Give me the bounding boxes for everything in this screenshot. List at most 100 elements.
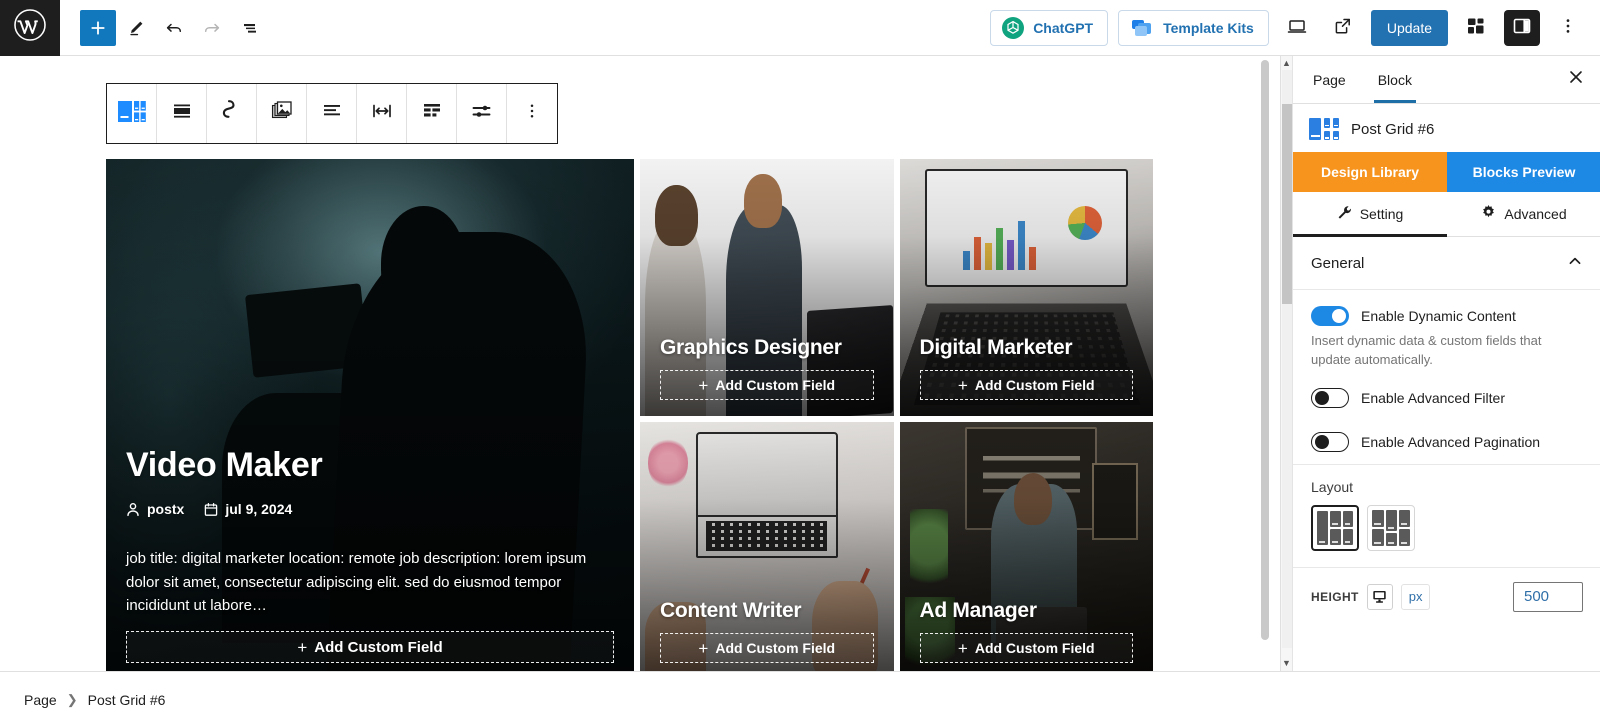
sidebar-scrollbar-thumb[interactable] [1282,104,1292,304]
selected-block-row: Post Grid #6 [1293,104,1600,152]
block-toolbar [106,83,558,144]
redo-button[interactable] [194,10,230,46]
sub-tab-setting-label: Setting [1359,206,1404,222]
post-card-hero[interactable]: Video Maker postx jul 9, 2024 job title:… [106,159,634,671]
post-title[interactable]: Content Writer [660,599,874,623]
close-sidebar-button[interactable] [1559,63,1593,97]
enable-advanced-pagination-toggle[interactable] [1311,431,1349,452]
add-custom-field-button[interactable]: + Add Custom Field [919,633,1133,663]
infinity-icon [219,100,245,127]
block-type-button[interactable] [107,84,157,143]
image-settings-button[interactable] [257,84,307,143]
post-title[interactable]: Ad Manager [920,599,1134,623]
transform-block-button[interactable] [207,84,257,143]
post-card-ad-manager[interactable]: Ad Manager + Add Custom Field [899,422,1153,671]
view-page-button[interactable] [1325,10,1361,46]
block-more-options-button[interactable] [507,84,557,143]
blocks-icon [1465,15,1487,40]
scroll-up-arrow-icon[interactable]: ▲ [1282,56,1291,71]
plus-icon: + [297,637,308,657]
editor-canvas: Video Maker postx jul 9, 2024 job title:… [0,56,1270,671]
sidebar-scrollbar[interactable]: ▲ ▼ [1281,56,1293,671]
block-settings-button[interactable] [457,84,507,143]
width-button[interactable] [357,84,407,143]
add-custom-field-button[interactable]: + Add Custom Field [660,633,874,663]
blocks-preview-button[interactable]: Blocks Preview [1447,152,1600,192]
vertical-ellipsis-icon [1558,16,1578,39]
wordpress-logo-button[interactable] [0,0,60,56]
editor-scrollbar-thumb[interactable] [1261,60,1269,640]
post-title[interactable]: Digital Marketer [920,336,1134,360]
scroll-down-arrow-icon[interactable]: ▼ [1282,656,1291,671]
add-custom-field-button[interactable]: + Add Custom Field [660,370,874,400]
layout-option-2[interactable] [1367,504,1415,551]
calendar-icon [204,502,218,517]
post-title[interactable]: Graphics Designer [660,336,874,360]
post-title[interactable]: Video Maker [126,446,614,485]
blocks-panel-button[interactable] [1458,10,1494,46]
add-custom-field-label: Add Custom Field [715,640,836,656]
document-overview-button[interactable] [232,10,268,46]
height-unit-button[interactable]: px [1400,583,1431,610]
sidebar-cta-group: Design Library Blocks Preview [1293,152,1600,192]
enable-advanced-pagination-label: Enable Advanced Pagination [1361,433,1541,450]
add-custom-field-button[interactable]: + Add Custom Field [126,631,614,663]
chatgpt-button[interactable]: ChatGPT [990,9,1109,46]
chevron-right-icon: ❯ [66,691,78,707]
sub-tab-setting[interactable]: Setting [1293,192,1447,237]
settings-sidebar-icon [1511,15,1533,40]
update-button[interactable]: Update [1370,9,1448,46]
editor-top-bar: ChatGPT Template Kits Update [0,0,1600,56]
wrench-icon [1337,205,1352,223]
desktop-icon[interactable] [1366,583,1393,610]
undo-button[interactable] [156,10,192,46]
height-control-row: HEIGHT px [1293,566,1600,626]
settings-sidebar-toggle[interactable] [1504,9,1540,46]
add-custom-field-button[interactable]: + Add Custom Field [919,370,1133,400]
more-options-button[interactable] [1550,10,1586,46]
height-input[interactable] [1513,581,1583,612]
section-divider [1293,463,1600,465]
layout-option-1[interactable] [1311,504,1359,551]
external-link-icon [1333,16,1353,39]
design-library-button[interactable]: Design Library [1293,152,1447,192]
tab-block[interactable]: Block [1362,56,1428,103]
breadcrumb-block[interactable]: Post Grid #6 [88,692,166,708]
dynamic-content-row: Enable Dynamic Content [1311,306,1583,326]
editor-scrollbar[interactable] [1260,56,1270,671]
enable-dynamic-content-label: Enable Dynamic Content [1361,308,1516,324]
template-kits-button[interactable]: Template Kits [1118,9,1269,46]
general-section-header[interactable]: General [1293,237,1600,290]
wordpress-logo-icon [13,8,47,47]
enable-dynamic-content-toggle[interactable] [1311,306,1349,326]
post-grid-icon [1309,118,1339,140]
editor-footer: Page ❯ Post Grid #6 [0,671,1600,727]
settings-sidebar: ▲ ▼ Page Block Post Grid #6 Design Libra… [1280,56,1600,671]
block-name-label: Post Grid #6 [1351,120,1435,138]
top-bar-actions: ChatGPT Template Kits Update [990,9,1600,46]
add-custom-field-label: Add Custom Field [974,640,1095,656]
images-icon [270,100,294,127]
preview-device-button[interactable] [1279,10,1315,46]
post-card-digital-marketer[interactable]: Digital Marketer + Add Custom Field [899,159,1153,416]
undo-arrow-icon [164,18,184,38]
enable-advanced-filter-toggle[interactable] [1311,387,1349,408]
dynamic-content-help-text: Insert dynamic data & custom fields that… [1311,333,1542,367]
post-author-name: postx [147,501,185,518]
grid-columns-button[interactable] [407,84,457,143]
sub-tab-advanced[interactable]: Advanced [1447,192,1600,236]
align-text-button[interactable] [307,84,357,143]
post-card-graphics-designer[interactable]: Graphics Designer + Add Custom Field [640,159,894,416]
list-view-icon [240,18,260,38]
edit-mode-button[interactable] [118,10,154,46]
breadcrumb-page[interactable]: Page [24,692,57,708]
add-block-button[interactable] [80,9,116,46]
enable-advanced-filter-label: Enable Advanced Filter [1361,389,1505,406]
pencil-icon [126,18,146,38]
plus-icon: + [698,638,709,658]
tab-page[interactable]: Page [1297,56,1362,103]
post-date-text: jul 9, 2024 [225,501,293,518]
sidebar-tabs: Page Block [1293,56,1600,104]
post-card-content-writer[interactable]: Content Writer + Add Custom Field [640,422,894,671]
drag-handle-button[interactable] [157,84,207,143]
